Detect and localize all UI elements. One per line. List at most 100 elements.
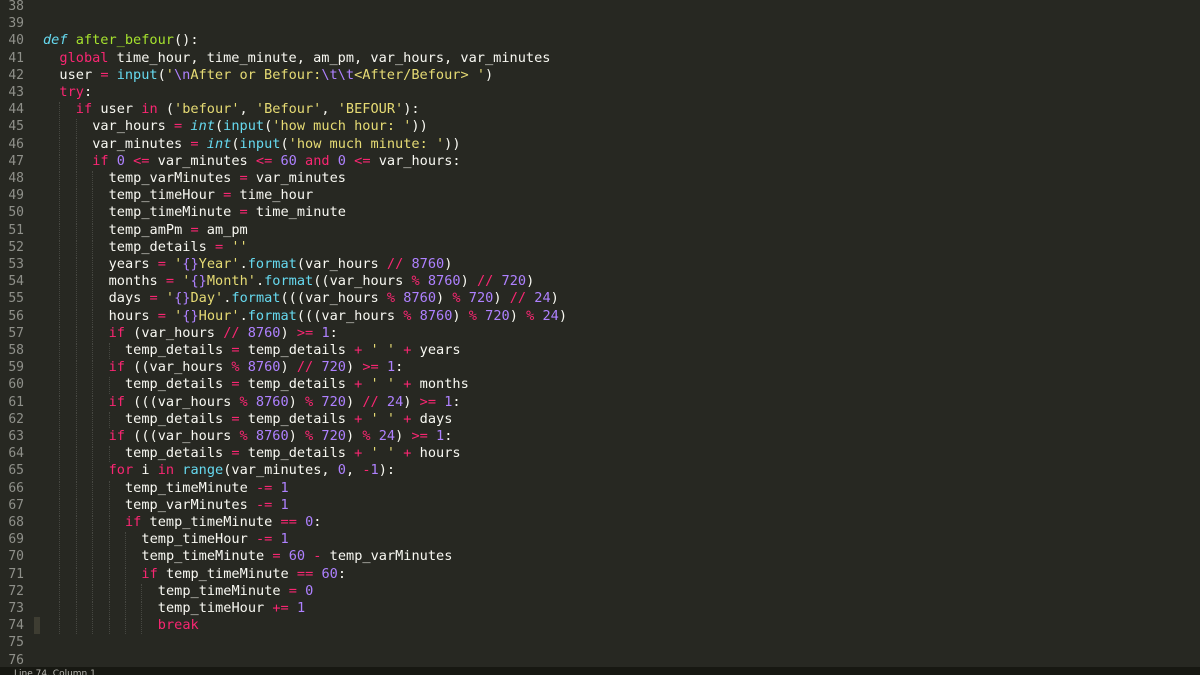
indent-guide <box>92 583 94 600</box>
code-text: temp_details = temp_details + ' ' + days <box>125 411 452 428</box>
code-token: {} <box>182 307 199 324</box>
code-line[interactable]: if 0 <= var_minutes <= 60 and 0 <= var_h… <box>34 153 1200 170</box>
indent-guide <box>75 205 77 222</box>
code-token: 1 <box>436 428 445 444</box>
code-token: \n <box>173 66 191 83</box>
code-line[interactable]: temp_timeMinute = 0 <box>34 583 1200 600</box>
code-token: : <box>452 393 461 410</box>
code-line[interactable]: days = '{}Day'.format(((var_hours % 8760… <box>34 290 1200 307</box>
code-line[interactable]: if (var_hours // 8760) >= 1: <box>34 325 1200 342</box>
code-line[interactable]: temp_timeMinute -= 1 <box>34 480 1200 497</box>
indent-guide <box>108 480 110 497</box>
code-token: months <box>411 376 469 393</box>
indent-guide <box>75 274 77 291</box>
code-line[interactable]: temp_details = temp_details + ' ' + year… <box>34 342 1200 359</box>
code-token: if <box>108 428 125 444</box>
code-line[interactable]: temp_details = '' <box>34 239 1200 256</box>
code-line[interactable] <box>34 15 1200 32</box>
code-token: if <box>92 152 109 169</box>
code-token: == <box>296 565 314 582</box>
indent-guide <box>108 601 110 618</box>
code-text: temp_timeHour = time_hour <box>109 187 314 204</box>
code-token: var_hours: <box>370 152 461 169</box>
code-line[interactable]: if (((var_hours % 8760) % 720) // 24) >=… <box>34 394 1200 411</box>
indent-guide <box>108 532 110 549</box>
code-line[interactable]: temp_timeHour = time_hour <box>34 187 1200 204</box>
code-token: ): <box>403 101 420 118</box>
line-number: 63 <box>8 429 24 444</box>
code-line[interactable] <box>34 0 1200 15</box>
code-line[interactable]: temp_details = temp_details + ' ' + hour… <box>34 445 1200 462</box>
indent-guide <box>92 257 94 274</box>
code-line[interactable]: months = '{}Month'.format((var_hours % 8… <box>34 273 1200 290</box>
indent-guide <box>75 515 77 532</box>
line-number: 51 <box>8 222 24 238</box>
code-token: ( <box>214 118 224 135</box>
code-line[interactable]: if temp_timeMinute == 0: <box>34 514 1200 531</box>
code-token: if <box>75 101 93 118</box>
code-line[interactable]: temp_varMinutes = var_minutes <box>34 170 1200 187</box>
indent-guide <box>59 377 61 394</box>
code-token: after_befour <box>75 32 174 49</box>
code-line[interactable]: user = input('\nAfter or Befour:\t\t<Aft… <box>34 67 1200 84</box>
indent-guide <box>59 291 61 308</box>
code-line[interactable] <box>34 634 1200 651</box>
code-line[interactable]: if (((var_hours % 8760) % 720) % 24) >= … <box>34 428 1200 445</box>
code-token: % <box>468 307 477 324</box>
indent-guide <box>92 480 94 497</box>
code-line[interactable]: temp_amPm = am_pm <box>34 222 1200 239</box>
code-token: temp_details <box>125 445 232 462</box>
code-token: def <box>43 32 68 49</box>
code-line[interactable]: var_hours = int(input('how much hour: ')… <box>34 118 1200 135</box>
indent-guide <box>75 239 77 256</box>
code-editor-window[interactable]: 38 39 40 41 42 43 44 45 46 47 48 49 50 51 52 53 54 55 56 57… <box>0 0 1200 675</box>
code-line[interactable]: try: <box>34 84 1200 101</box>
code-token: = <box>157 307 166 324</box>
code-token: 'BEFOUR' <box>337 101 404 118</box>
code-token: temp_timeMinute <box>157 565 297 582</box>
code-text: years = '{}Year'.format(var_hours // 876… <box>109 256 453 273</box>
code-token: range <box>182 462 224 479</box>
code-token: 720 <box>468 290 494 307</box>
indent-guide <box>59 463 61 480</box>
code-line[interactable]: var_minutes = int(input('how much minute… <box>34 136 1200 153</box>
code-line[interactable]: temp_varMinutes -= 1 <box>34 497 1200 514</box>
code-token: ) <box>485 66 494 83</box>
code-line[interactable]: temp_timeMinute = 60 - temp_varMinutes <box>34 548 1200 565</box>
code-token: ) <box>288 393 306 410</box>
code-token: temp_details <box>125 342 232 358</box>
code-token: ( <box>157 101 175 118</box>
code-token: Month' <box>206 273 256 290</box>
code-line[interactable]: if temp_timeMinute == 60: <box>34 566 1200 583</box>
code-token: temp_details <box>125 410 232 427</box>
code-line[interactable]: hours = '{}Hour'.format(((var_hours % 87… <box>34 308 1200 325</box>
line-number: 60 <box>8 377 24 393</box>
code-line[interactable]: for i in range(var_minutes, 0, -1): <box>34 462 1200 479</box>
code-line[interactable]: if ((var_hours % 8760) // 720) >= 1: <box>34 359 1200 376</box>
code-token: ) <box>444 256 453 272</box>
code-line[interactable]: years = '{}Year'.format(var_hours // 876… <box>34 256 1200 273</box>
current-code-line[interactable]: break <box>34 617 1200 635</box>
indent-guide <box>92 325 94 342</box>
code-line[interactable]: temp_timeHour += 1 <box>34 600 1200 617</box>
code-token: break <box>157 617 199 634</box>
code-token: : <box>313 514 322 530</box>
code-line[interactable]: def after_befour(): <box>34 32 1200 49</box>
code-line[interactable]: temp_details = temp_details + ' ' + days <box>34 411 1200 428</box>
code-area[interactable]: def after_befour(): global time_hour, tim… <box>34 0 1200 667</box>
code-token: -= <box>255 531 273 548</box>
indent-guide <box>92 446 94 463</box>
code-line[interactable]: global time_hour, time_minute, am_pm, va… <box>34 50 1200 67</box>
code-line[interactable]: temp_timeHour -= 1 <box>34 531 1200 548</box>
code-line[interactable]: temp_details = temp_details + ' ' + mont… <box>34 376 1200 393</box>
code-line[interactable]: if user in ('befour', 'Befour', 'BEFOUR'… <box>34 101 1200 118</box>
indent-guide <box>92 291 94 308</box>
line-number: 45 <box>8 119 24 135</box>
code-line[interactable]: temp_timeMinute = time_minute <box>34 204 1200 221</box>
